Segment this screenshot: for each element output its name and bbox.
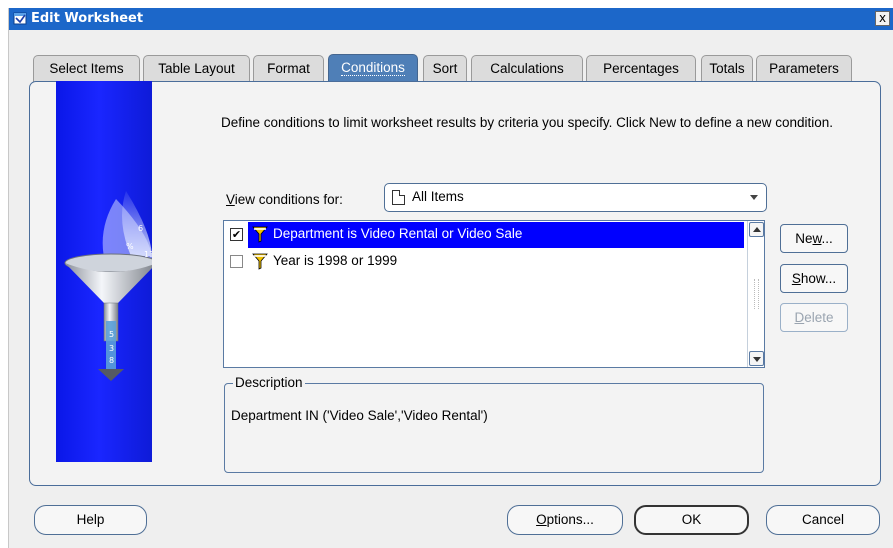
svg-text:8: 8	[109, 356, 114, 365]
svg-text:5: 5	[109, 330, 114, 339]
close-button[interactable]: x	[875, 11, 890, 26]
title-bar[interactable]: Edit Worksheet x	[9, 8, 893, 30]
document-icon	[392, 190, 405, 205]
dropdown-value: All Items	[412, 189, 464, 204]
scroll-grip[interactable]	[754, 279, 759, 309]
tab-select-items[interactable]: Select Items	[33, 55, 140, 83]
worksheet-icon	[13, 12, 27, 25]
tab-percentages[interactable]: Percentages	[586, 55, 696, 83]
view-conditions-dropdown[interactable]: All Items	[384, 183, 767, 212]
help-button[interactable]: Help	[34, 505, 147, 535]
svg-text:%: %	[126, 242, 134, 251]
delete-button[interactable]: Delete	[780, 303, 848, 332]
tab-calculations[interactable]: Calculations	[471, 55, 583, 83]
view-conditions-label: View conditions for:	[226, 192, 343, 207]
tab-conditions-label: Conditions	[341, 60, 405, 76]
tab-sort[interactable]: Sort	[423, 55, 467, 83]
tab-conditions[interactable]: Conditions	[328, 54, 418, 83]
description-group: Description Department IN ('Video Sale',…	[224, 375, 764, 473]
condition-row[interactable]: ✔ Department is Video Rental or Video Sa…	[224, 222, 744, 248]
conditions-panel: 5 3 8 6 % 13 Define conditions to limit …	[29, 81, 881, 486]
svg-text:13: 13	[144, 250, 152, 259]
scroll-down-button[interactable]	[749, 351, 764, 366]
tab-table-layout[interactable]: Table Layout	[143, 55, 250, 83]
description-legend: Description	[233, 375, 305, 390]
description-value: Department IN ('Video Sale','Video Renta…	[231, 408, 488, 423]
list-scrollbar[interactable]	[747, 221, 764, 367]
tab-format[interactable]: Format	[253, 55, 324, 83]
tab-totals[interactable]: Totals	[701, 55, 753, 83]
condition-checkbox[interactable]	[230, 255, 243, 268]
condition-label: Year is 1998 or 1999	[273, 253, 398, 268]
condition-label: Department is Video Rental or Video Sale	[273, 226, 523, 241]
funnel-icon	[252, 253, 268, 270]
funnel-illustration: 5 3 8 6 % 13	[56, 81, 152, 462]
scroll-up-button[interactable]	[749, 222, 764, 237]
funnel-icon	[252, 226, 268, 243]
svg-text:6: 6	[138, 224, 143, 233]
show-button[interactable]: Show...	[780, 264, 848, 293]
conditions-list[interactable]: ✔ Department is Video Rental or Video Sa…	[223, 220, 765, 368]
svg-text:3: 3	[109, 344, 114, 353]
edit-worksheet-dialog: Edit Worksheet x Select Items Table Layo…	[8, 8, 893, 548]
condition-item[interactable]: Department is Video Rental or Video Sale	[248, 222, 744, 248]
tab-parameters[interactable]: Parameters	[756, 55, 852, 83]
cancel-button[interactable]: Cancel	[766, 505, 880, 535]
condition-checkbox[interactable]: ✔	[230, 228, 243, 241]
options-button[interactable]: Options...	[507, 505, 623, 535]
condition-item[interactable]: Year is 1998 or 1999	[248, 249, 744, 275]
new-button[interactable]: New...	[780, 224, 848, 253]
window-title: Edit Worksheet	[31, 11, 144, 26]
funnel-graphic: 5 3 8 6 % 13	[64, 191, 152, 381]
chevron-down-icon	[750, 195, 758, 200]
ok-button[interactable]: OK	[634, 505, 749, 535]
condition-row[interactable]: Year is 1998 or 1999	[224, 249, 744, 275]
instructions-text: Define conditions to limit worksheet res…	[221, 115, 834, 130]
